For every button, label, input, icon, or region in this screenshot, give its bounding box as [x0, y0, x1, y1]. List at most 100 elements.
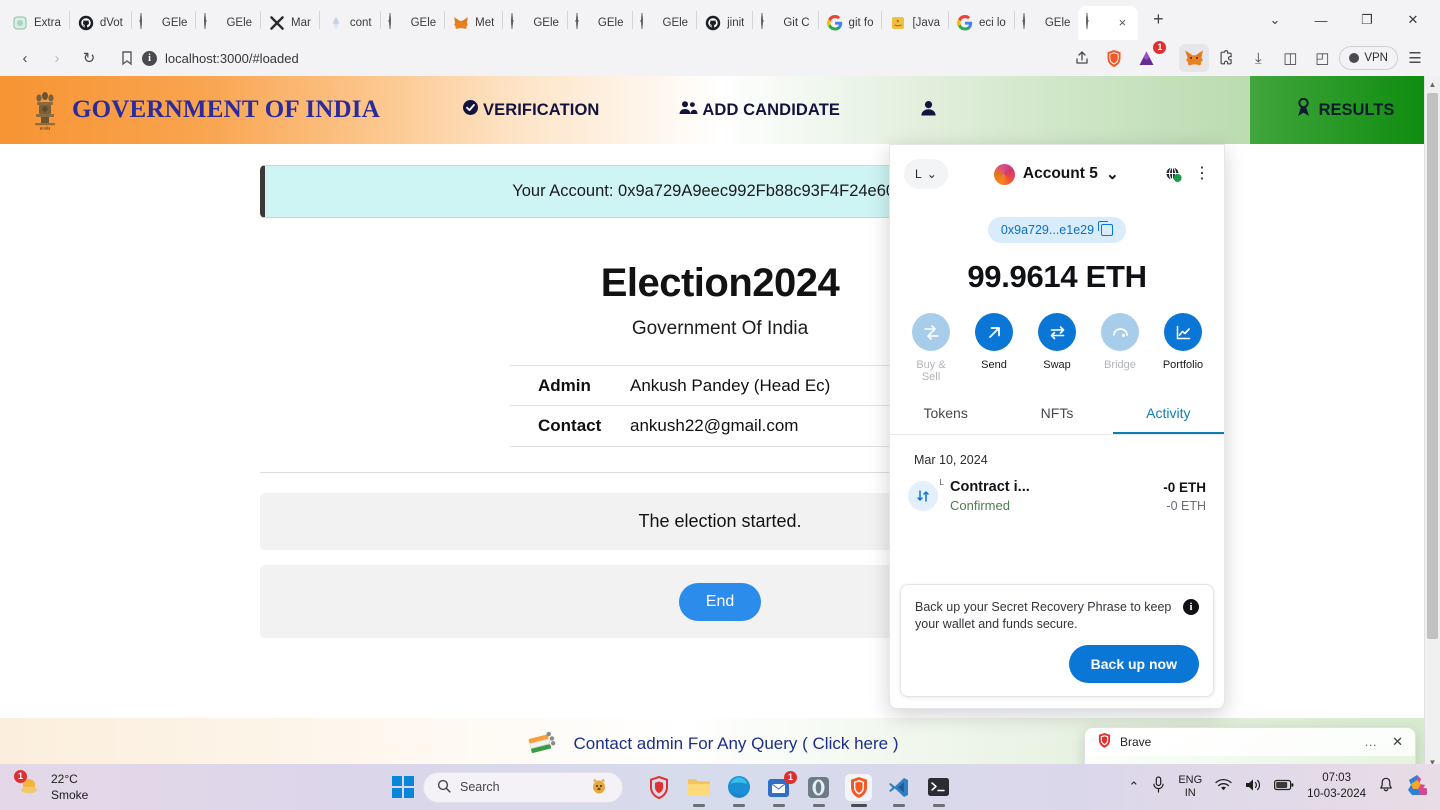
close-tab-icon[interactable]: × — [1114, 15, 1130, 31]
windows-taskbar: 1 22°C Smoke Search 1 ⌃ ENG IN 07:03 10-… — [0, 764, 1440, 810]
kebab-menu-icon[interactable]: ⋮ — [1194, 166, 1210, 182]
notification-bell-icon[interactable] — [1379, 777, 1393, 798]
wallet-icon[interactable]: ◰ — [1307, 44, 1337, 72]
downloads-icon[interactable]: ⤓ — [1243, 44, 1273, 72]
browser-tab[interactable]: Mar — [261, 6, 319, 40]
tab-search-button[interactable]: ⌄ — [1252, 3, 1298, 37]
results-label: RESULTS — [1318, 100, 1395, 119]
wifi-icon[interactable] — [1215, 778, 1232, 797]
address-bar[interactable]: i localhost:3000/#loaded — [110, 44, 1061, 72]
opera-icon[interactable] — [805, 774, 832, 807]
send-action[interactable]: Send — [971, 313, 1017, 383]
browser-tab[interactable]: GEle — [503, 6, 567, 40]
close-window-button[interactable]: ✕ — [1390, 3, 1436, 37]
browser-tab[interactable]: Git C — [753, 6, 817, 40]
language-indicator[interactable]: ENG IN — [1178, 774, 1202, 800]
brave-shields-icon[interactable] — [1099, 44, 1129, 72]
vscode-icon[interactable] — [885, 774, 912, 807]
contact-admin-link[interactable]: Contact admin For Any Query ( Click here… — [573, 734, 898, 754]
connection-status-icon[interactable] — [1165, 166, 1182, 183]
weather-widget[interactable]: 1 22°C Smoke — [14, 769, 88, 803]
browser-tab[interactable]: eci lo — [949, 6, 1014, 40]
browser-tab[interactable]: GEle — [132, 6, 196, 40]
election-details-table: Admin Ankush Pandey (Head Ec) Contact an… — [510, 365, 930, 447]
edge-icon[interactable] — [725, 774, 752, 807]
nav-item-add-candidate[interactable]: ADD CANDIDATE — [679, 100, 840, 120]
extensions-icon[interactable] — [1211, 44, 1241, 72]
send-icon — [975, 313, 1013, 351]
share-icon[interactable] — [1067, 44, 1097, 72]
scroll-up-arrow[interactable]: ▲ — [1425, 76, 1440, 92]
running-indicator — [932, 803, 945, 807]
browser-tab[interactable]: GEle — [633, 6, 697, 40]
vpn-button[interactable]: VPN — [1339, 46, 1398, 70]
browser-tab[interactable]: GEle — [568, 6, 632, 40]
sidebar-icon[interactable]: ◫ — [1275, 44, 1305, 72]
scrollbar-thumb[interactable] — [1427, 93, 1438, 639]
browser-tab[interactable]: cont — [320, 6, 380, 40]
back-button[interactable]: ‹ — [10, 44, 40, 72]
extension-icon — [12, 15, 28, 31]
maximize-button[interactable]: ❐ — [1344, 3, 1390, 37]
forward-button[interactable]: › — [42, 44, 72, 72]
browser-tab[interactable]: jinit — [697, 6, 752, 40]
bookmark-icon[interactable] — [120, 44, 134, 72]
list-item[interactable]: L Contract i... Confirmed -0 ETH -0 ETH — [890, 467, 1224, 513]
tab-activity[interactable]: Activity — [1112, 405, 1224, 434]
store-icon[interactable]: 1 — [765, 770, 797, 807]
active-browser-tab[interactable]: × — [1078, 6, 1139, 40]
browser-tab[interactable]: dVot — [70, 6, 131, 40]
eci-logo-icon — [525, 729, 559, 759]
browser-menu-button[interactable]: ☰ — [1400, 44, 1430, 72]
network-selector[interactable]: L ⌄ — [904, 159, 948, 189]
browser-tab[interactable]: [Java — [882, 6, 948, 40]
info-icon[interactable]: i — [1183, 599, 1199, 615]
battery-icon[interactable] — [1274, 778, 1294, 796]
buy-sell-action[interactable]: Buy & Sell — [908, 313, 954, 383]
reload-button[interactable]: ↻ — [74, 44, 104, 72]
site-info-icon[interactable]: i — [142, 50, 157, 66]
browser-tab[interactable]: GEle — [381, 6, 445, 40]
globe-icon — [388, 14, 405, 31]
tab-label: GEle — [597, 17, 624, 29]
nav-item-profile[interactable] — [920, 100, 941, 121]
clock-widget[interactable]: 07:03 10-03-2024 — [1307, 771, 1366, 802]
brave-rewards-icon[interactable]: 1 — [1131, 41, 1167, 72]
metamask-extension-icon[interactable] — [1179, 44, 1210, 72]
buy-sell-icon — [912, 313, 950, 351]
swap-action[interactable]: Swap — [1034, 313, 1080, 383]
copilot-icon[interactable] — [1406, 774, 1428, 801]
nav-item-verification[interactable]: VERIFICATION — [462, 99, 599, 121]
back-up-now-button[interactable]: Back up now — [1068, 645, 1199, 683]
windows-start-icon[interactable] — [392, 776, 414, 798]
new-tab-button[interactable]: + — [1144, 6, 1172, 34]
browser-tab[interactable]: GEle — [1015, 6, 1079, 40]
results-button[interactable]: RESULTS — [1250, 76, 1440, 144]
close-icon[interactable]: ✕ — [1392, 734, 1403, 750]
tray-expand-icon[interactable]: ⌃ — [1128, 779, 1139, 795]
ethereum-icon — [328, 15, 344, 31]
browser-tab[interactable]: GEle — [196, 6, 260, 40]
tab-nfts[interactable]: NFTs — [1001, 405, 1112, 434]
minimize-button[interactable]: — — [1298, 3, 1344, 37]
page-scrollbar[interactable]: ▲ ▼ — [1424, 76, 1440, 770]
terminal-icon[interactable] — [925, 774, 952, 807]
file-explorer-icon[interactable] — [685, 774, 712, 807]
browser-tab[interactable]: Met — [445, 6, 502, 40]
microphone-icon[interactable] — [1152, 776, 1165, 798]
bridge-action[interactable]: Bridge — [1097, 313, 1143, 383]
brave-shield-icon[interactable] — [645, 774, 672, 801]
brave-icon[interactable] — [845, 773, 872, 807]
portfolio-action[interactable]: Portfolio — [1160, 313, 1206, 383]
end-election-button[interactable]: End — [678, 582, 762, 621]
volume-icon[interactable] — [1245, 778, 1261, 797]
browser-tab[interactable]: git fo — [819, 6, 882, 40]
browser-tab[interactable]: Extra — [4, 6, 69, 40]
toast-more-icon[interactable]: … — [1364, 735, 1378, 748]
search-input[interactable]: Search — [423, 771, 623, 803]
tab-tokens[interactable]: Tokens — [890, 405, 1001, 434]
vpn-status-dot — [1349, 53, 1360, 63]
svg-text:सत्यमेव: सत्यमेव — [40, 126, 52, 131]
copy-address-button[interactable]: 0x9a729...e1e29 — [987, 217, 1127, 243]
account-selector[interactable]: Account 5 ⌄ — [993, 163, 1119, 185]
